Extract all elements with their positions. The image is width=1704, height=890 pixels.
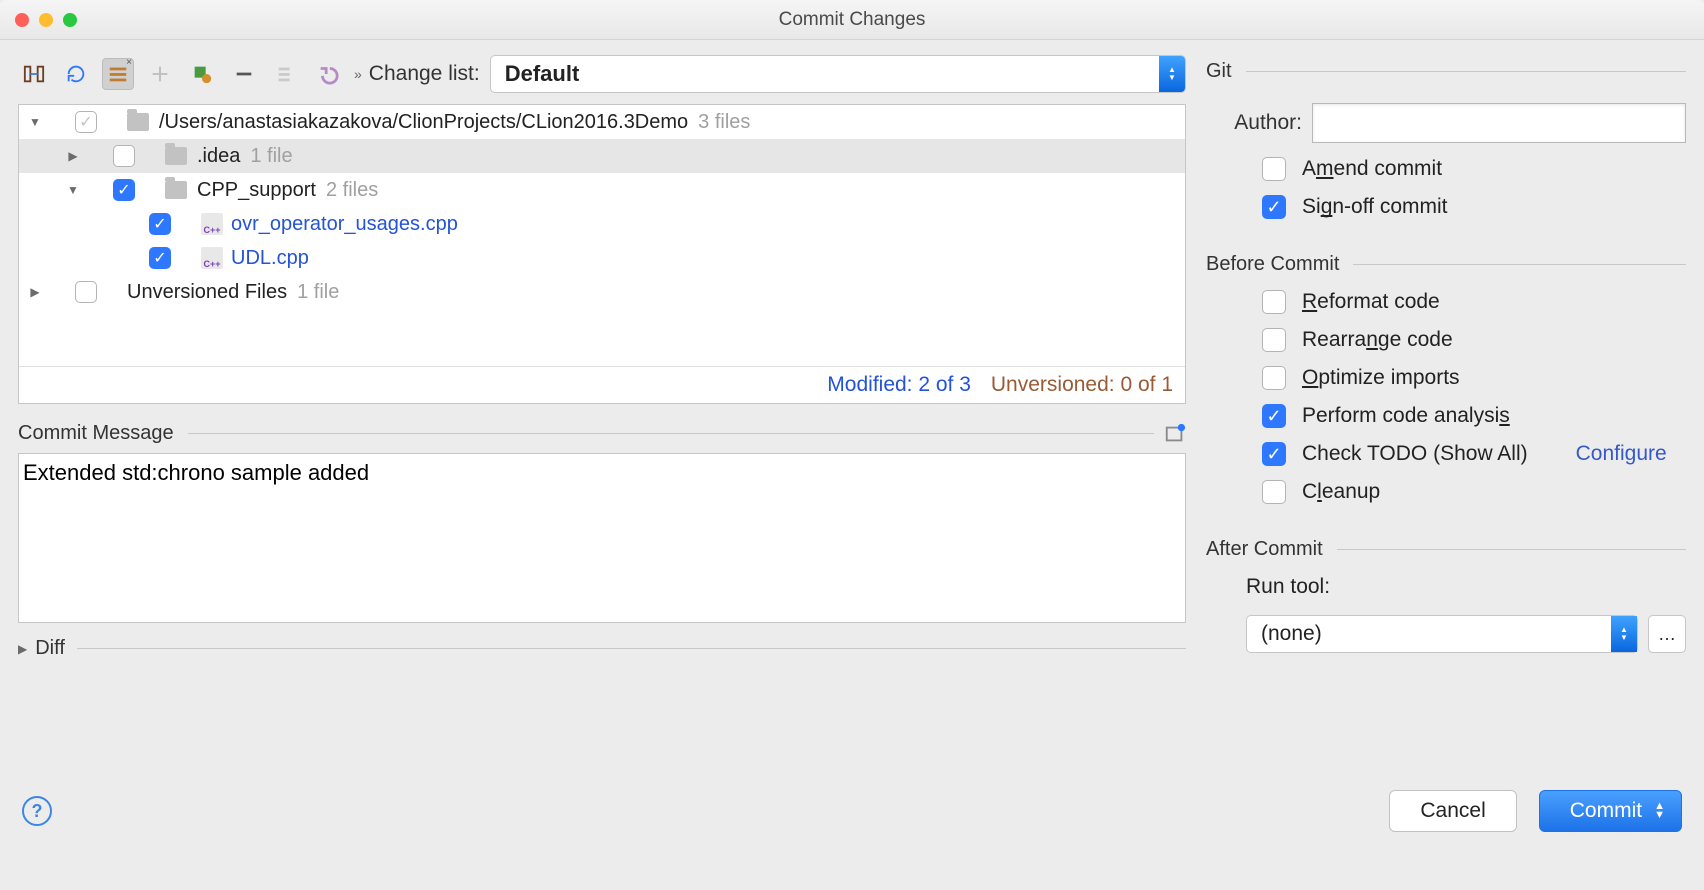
tree-file-name: UDL.cpp [231,247,309,270]
tree-file-name: ovr_operator_usages.cpp [231,213,458,236]
rollback-selected-icon[interactable] [270,58,302,90]
tree-disclosure-icon[interactable]: ▼ [63,183,83,197]
refresh-icon[interactable] [60,58,92,90]
tree-unversioned-row[interactable]: ▶ Unversioned Files 1 file [19,275,1185,309]
modified-status: Modified: 2 of 3 [827,373,971,397]
reformat-checkbox[interactable] [1262,290,1286,314]
tree-unversioned-name: Unversioned Files [127,281,287,304]
tree-cpp-checkbox[interactable]: ✓ [113,179,135,201]
git-section-title: Git [1206,60,1232,83]
revert-icon[interactable] [312,58,344,90]
analysis-checkbox[interactable]: ✓ [1262,404,1286,428]
tree-disclosure-icon[interactable]: ▶ [63,149,83,163]
optimize-checkbox[interactable] [1262,366,1286,390]
amend-checkbox[interactable] [1262,157,1286,181]
cancel-button[interactable]: Cancel [1389,790,1516,832]
tree-root-count: 3 files [698,111,750,134]
rearrange-checkbox[interactable] [1262,328,1286,352]
change-list-value: Default [491,61,580,87]
stepper-arrows-icon [1611,616,1637,652]
tree-file-row[interactable]: ✓ ovr_operator_usages.cpp [19,207,1185,241]
commit-button[interactable]: Commit [1539,790,1682,832]
folder-icon [165,147,187,165]
cleanup-label: Cleanup [1302,480,1380,504]
author-input[interactable] [1312,103,1686,143]
tree-file-row[interactable]: ✓ UDL.cpp [19,241,1185,275]
run-tool-value: (none) [1261,622,1322,646]
show-diff-icon[interactable] [18,58,50,90]
cpp-file-icon [201,247,223,269]
run-tool-more-button[interactable]: … [1648,615,1686,653]
tree-unversioned-checkbox[interactable] [75,281,97,303]
cpp-file-icon [201,213,223,235]
signoff-label: Sign-off commit [1302,195,1448,219]
tree-file-checkbox[interactable]: ✓ [149,247,171,269]
titlebar: Commit Changes [0,0,1704,40]
change-list-select[interactable]: Default [490,55,1186,93]
analysis-label: Perform code analysis [1302,404,1510,428]
rearrange-label: Rearrange code [1302,328,1453,352]
cancel-button-label: Cancel [1420,799,1485,823]
run-tool-select[interactable]: (none) [1246,615,1638,653]
unversioned-status: Unversioned: 0 of 1 [991,373,1173,397]
optimize-label: Optimize imports [1302,366,1460,390]
tree-disclosure-icon[interactable]: ▶ [25,285,45,299]
tree-unversioned-count: 1 file [297,281,339,304]
diff-label: Diff [35,637,65,660]
after-commit-section-title: After Commit [1206,538,1323,561]
window-title: Commit Changes [0,9,1704,31]
changes-tree: ▼ ✓ /Users/anastasiakazakova/ClionProjec… [18,104,1186,404]
tree-idea-checkbox[interactable] [113,145,135,167]
history-icon[interactable] [1164,423,1186,445]
change-list-label: Change list: [369,62,480,86]
tree-root-checkbox[interactable]: ✓ [75,111,97,133]
stepper-arrows-icon [1159,56,1185,92]
tree-idea-count: 1 file [250,145,292,168]
author-label: Author: [1206,111,1312,135]
group-by-directory-icon[interactable] [102,58,134,90]
tree-disclosure-icon[interactable]: ▼ [25,115,45,129]
folder-icon [127,113,149,131]
help-icon[interactable]: ? [22,796,52,826]
todo-label: Check TODO (Show All) [1302,442,1528,466]
diff-disclosure-icon[interactable]: ▶ [18,642,27,656]
commit-message-input[interactable] [18,453,1186,623]
todo-checkbox[interactable]: ✓ [1262,442,1286,466]
tree-idea-name: .idea [197,145,240,168]
commit-button-label: Commit [1570,799,1642,823]
folder-icon [165,181,187,199]
todo-configure-link[interactable]: Configure [1576,442,1667,466]
tree-folder-row[interactable]: ▼ ✓ CPP_support 2 files [19,173,1185,207]
tree-root-path: /Users/anastasiakazakova/ClionProjects/C… [159,111,688,134]
move-to-changelist-icon[interactable] [186,58,218,90]
reformat-label: Reformat code [1302,290,1440,314]
before-commit-section-title: Before Commit [1206,253,1339,276]
run-tool-label: Run tool: [1206,575,1686,599]
tree-cpp-name: CPP_support [197,179,316,202]
signoff-checkbox[interactable]: ✓ [1262,195,1286,219]
commit-message-label: Commit Message [18,422,174,445]
amend-label: Amend commit [1302,157,1442,181]
tree-cpp-count: 2 files [326,179,378,202]
remove-icon[interactable] [228,58,260,90]
toolbar-overflow-icon[interactable]: » [354,66,359,82]
cleanup-checkbox[interactable] [1262,480,1286,504]
new-changelist-icon[interactable] [144,58,176,90]
tree-file-checkbox[interactable]: ✓ [149,213,171,235]
commit-dropdown-icon[interactable] [1654,802,1665,820]
